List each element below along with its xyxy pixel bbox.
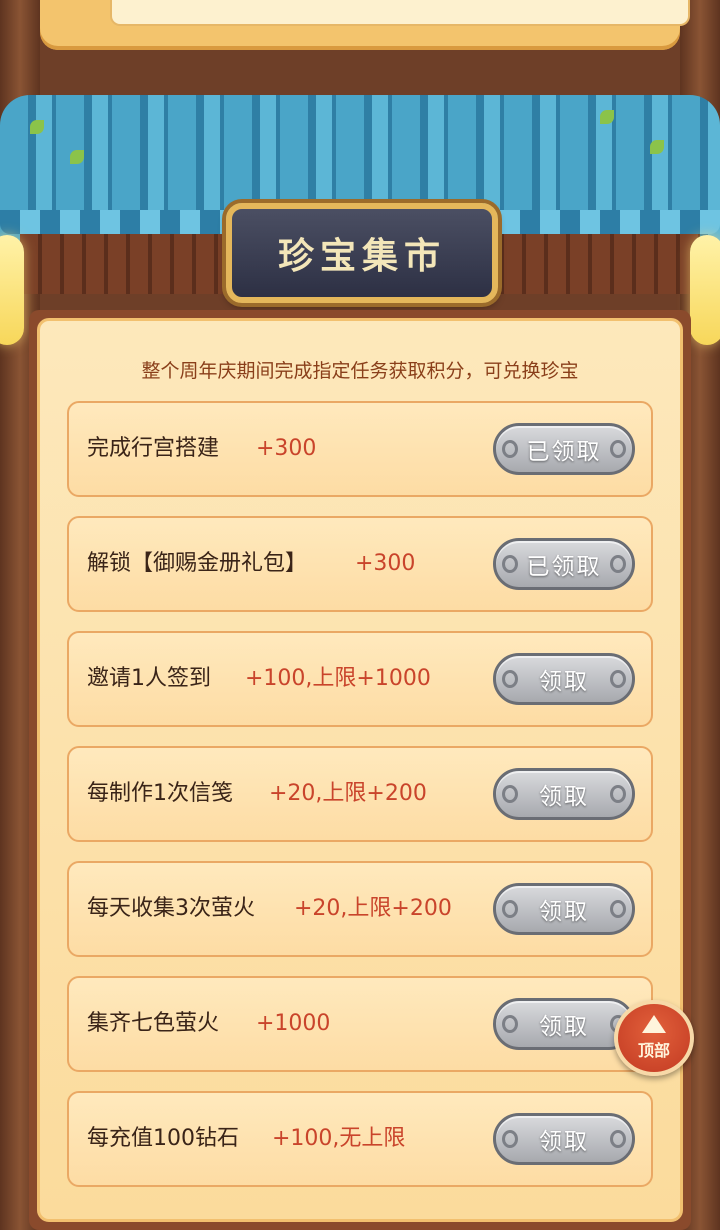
task-row: 每制作1次信笺 +20,上限+200 领取 — [67, 746, 653, 842]
top-panel-inner — [110, 0, 690, 26]
scroll-to-top-label: 顶部 — [637, 1041, 670, 1060]
task-row: 每天收集3次萤火 +20,上限+200 领取 — [67, 861, 653, 957]
vine-leaf-icon — [30, 120, 44, 134]
task-points: +20,上限+200 — [294, 896, 452, 921]
task-label: 集齐七色萤火 — [87, 1011, 220, 1036]
title-plaque: 珍宝集市 — [226, 203, 498, 303]
task-points: +20,上限+200 — [269, 781, 427, 806]
task-points: +100,上限+1000 — [245, 666, 431, 691]
vine-leaf-icon — [600, 110, 614, 124]
vine-leaf-icon — [70, 150, 84, 164]
scroll-to-top-button[interactable]: 顶部 — [614, 1000, 694, 1076]
task-label: 完成行宫搭建 — [87, 436, 220, 461]
claimed-button[interactable]: 已领取 — [493, 423, 635, 475]
lantern-left-icon — [0, 235, 24, 345]
panel-subtitle: 整个周年庆期间完成指定任务获取积分，可兑换珍宝 — [141, 360, 579, 382]
task-label: 每充值100钻石 — [87, 1126, 239, 1151]
task-points: +300 — [355, 551, 416, 576]
page-title: 珍宝集市 — [277, 235, 446, 277]
claim-button[interactable]: 领取 — [493, 1113, 635, 1165]
top-panel-frame — [40, 0, 690, 50]
lantern-right-icon — [690, 235, 720, 345]
task-points: +100,无上限 — [272, 1126, 406, 1151]
task-points: +1000 — [256, 1011, 331, 1036]
claim-button[interactable]: 领取 — [493, 653, 635, 705]
task-row: 集齐七色萤火 +1000 领取 — [67, 976, 653, 1072]
claimed-button[interactable]: 已领取 — [493, 538, 635, 590]
task-label: 每制作1次信笺 — [87, 781, 233, 806]
task-row: 每充值100钻石 +100,无上限 领取 — [67, 1091, 653, 1187]
task-row: 解锁【御赐金册礼包】 +300 已领取 — [67, 516, 653, 612]
arrow-up-icon — [642, 1015, 666, 1033]
claim-button[interactable]: 领取 — [493, 768, 635, 820]
task-points: +300 — [256, 436, 317, 461]
task-label: 每天收集3次萤火 — [87, 896, 255, 921]
claim-button[interactable]: 领取 — [493, 883, 635, 935]
task-row: 邀请1人签到 +100,上限+1000 领取 — [67, 631, 653, 727]
task-row: 完成行宫搭建 +300 已领取 — [67, 401, 653, 497]
task-label: 邀请1人签到 — [87, 666, 211, 691]
task-label: 解锁【御赐金册礼包】 — [87, 551, 308, 576]
vine-leaf-icon — [650, 140, 664, 154]
